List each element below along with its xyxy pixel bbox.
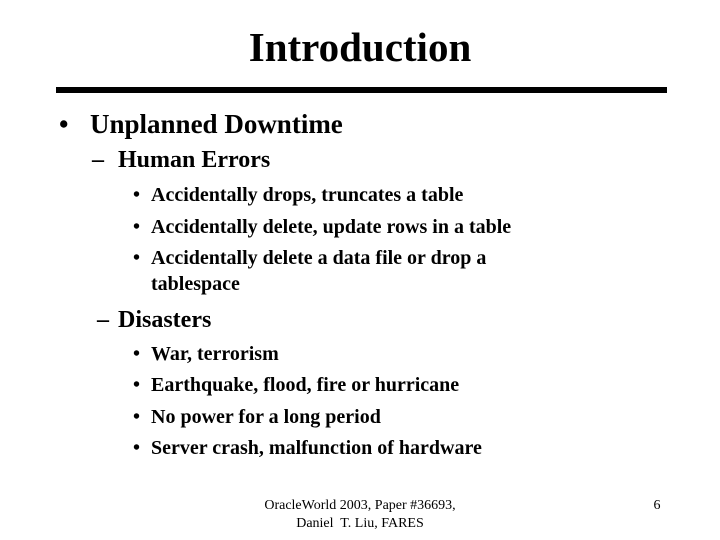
subsection-heading: Disasters (118, 307, 212, 333)
list-item: Earthquake, flood, fire or hurricane (151, 374, 460, 396)
footer-line-2: Daniel T. Liu, FARES (296, 516, 424, 531)
slide: Introduction • Unplanned Downtime – Huma… (0, 0, 720, 540)
bullet-icon: • (133, 184, 141, 206)
bullet-icon: • (133, 437, 141, 459)
bullet-icon: • (133, 247, 141, 269)
page-number: 6 (653, 498, 661, 513)
list-item: Accidentally delete a data file or drop … (151, 247, 487, 269)
dash-icon: – (97, 307, 109, 333)
footer-line-1: OracleWorld 2003, Paper #36693, (264, 498, 456, 513)
list-item-continuation: tablespace (151, 273, 240, 295)
section-heading: Unplanned Downtime (90, 109, 343, 139)
bullet-icon: • (133, 216, 141, 238)
bullet-icon: • (133, 374, 141, 396)
list-item: Server crash, malfunction of hardware (151, 437, 482, 459)
title-divider (56, 87, 667, 93)
dash-icon: – (92, 147, 104, 173)
list-item: Accidentally delete, update rows in a ta… (151, 216, 512, 238)
bullet-icon: • (133, 406, 141, 428)
slide-title: Introduction (248, 24, 472, 70)
list-item: War, terrorism (151, 343, 279, 365)
list-item: Accidentally drops, truncates a table (151, 184, 464, 206)
subsection-heading: Human Errors (118, 147, 271, 173)
list-item: No power for a long period (151, 406, 381, 428)
bullet-icon: • (133, 343, 141, 365)
bullet-icon: • (59, 109, 69, 139)
slide-footer: OracleWorld 2003, Paper #36693, Daniel T… (210, 497, 510, 533)
